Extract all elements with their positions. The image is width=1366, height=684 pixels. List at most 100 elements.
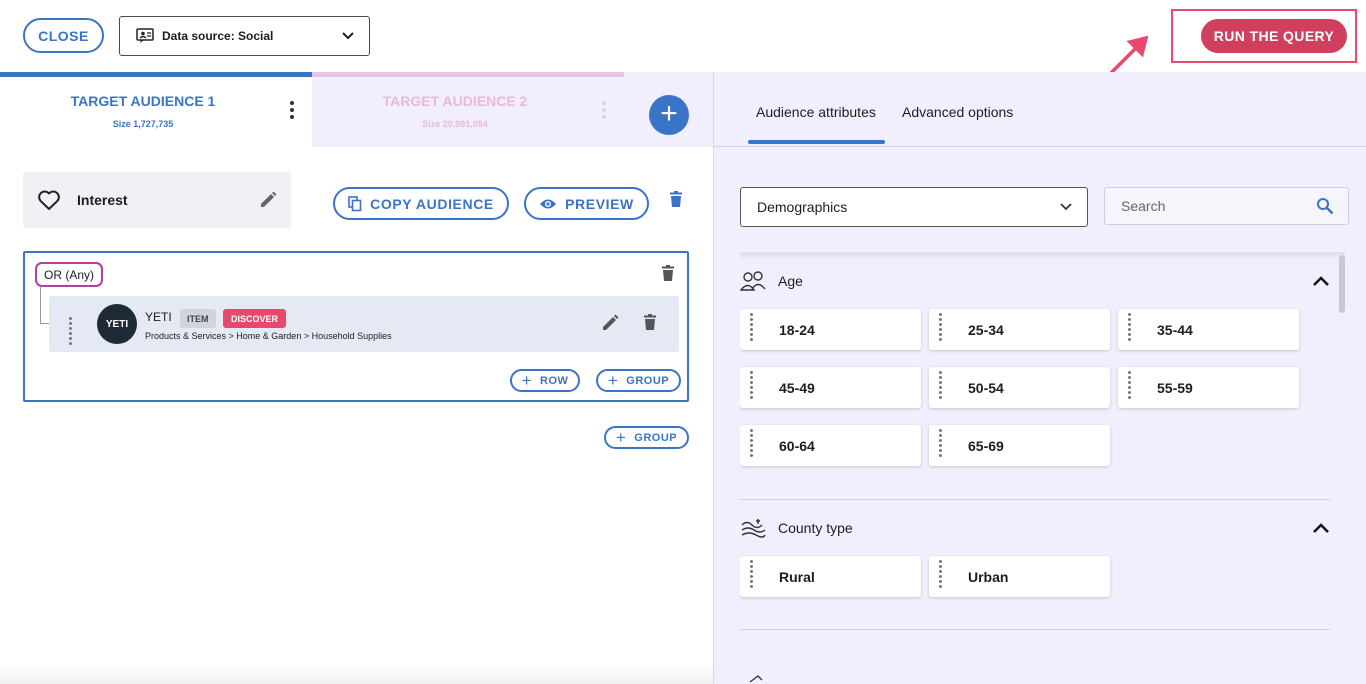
section-title: Age: [778, 273, 803, 289]
attribute-chip[interactable]: 25-34: [929, 309, 1110, 350]
add-audience-button[interactable]: +: [649, 95, 689, 135]
chip-label: Urban: [968, 568, 1009, 585]
criteria-item-row[interactable]: YETI YETI ITEM DISCOVER Products & Servi…: [49, 296, 679, 352]
data-source-icon: [136, 28, 154, 43]
section-age: Age 18-24 25-34 35-44 45-49 50-54 55-59 …: [740, 266, 1330, 506]
add-row-label: ROW: [540, 374, 569, 387]
category-select-value: Demographics: [757, 199, 848, 215]
preview-button[interactable]: PREVIEW: [524, 187, 649, 220]
attribute-chip[interactable]: 45-49: [740, 367, 921, 408]
tab-title: TARGET AUDIENCE 2: [382, 93, 528, 109]
trash-icon[interactable]: [643, 314, 657, 331]
search-input[interactable]: [1121, 198, 1316, 214]
drag-handle-icon[interactable]: [1128, 370, 1137, 401]
education-icon: [749, 675, 763, 683]
attribute-chip[interactable]: 55-59: [1118, 367, 1299, 408]
attribute-chip[interactable]: 50-54: [929, 367, 1110, 408]
attribute-chip[interactable]: Urban: [929, 556, 1110, 597]
tab-target-audience-2[interactable]: TARGET AUDIENCE 2 Size 20,991,054: [312, 72, 624, 147]
category-select[interactable]: Demographics: [740, 187, 1088, 227]
attribute-chip[interactable]: 65-69: [929, 425, 1110, 466]
attribute-search[interactable]: [1104, 187, 1349, 225]
section-header[interactable]: Age: [740, 266, 1330, 296]
audience-builder-panel: TARGET AUDIENCE 1 Size 1,727,735 TARGET …: [0, 72, 713, 684]
drag-handle-icon[interactable]: [750, 312, 759, 343]
section-header[interactable]: County type: [740, 513, 1330, 543]
tab-audience-attributes[interactable]: Audience attributes: [756, 104, 876, 120]
more-vert-icon[interactable]: [290, 101, 294, 122]
edit-icon[interactable]: [259, 191, 277, 209]
attribute-chip[interactable]: 35-44: [1118, 309, 1299, 350]
add-group-button[interactable]: + GROUP: [604, 426, 689, 449]
criteria-group: OR (Any) YETI YETI ITEM DISCOVER Product…: [23, 251, 689, 402]
copy-audience-button[interactable]: COPY AUDIENCE: [333, 187, 509, 220]
list-top-shadow: [740, 252, 1345, 260]
data-source-label: Data source: Social: [162, 29, 274, 43]
preview-label: PREVIEW: [565, 195, 634, 212]
close-button[interactable]: CLOSE: [23, 18, 104, 53]
plus-icon: +: [615, 428, 627, 447]
tab-target-audience-1[interactable]: TARGET AUDIENCE 1 Size 1,727,735: [0, 72, 312, 147]
add-group-label: GROUP: [634, 431, 678, 444]
copy-audience-label: COPY AUDIENCE: [370, 195, 494, 212]
drag-handle-icon[interactable]: [939, 312, 948, 343]
top-bar: CLOSE Data source: Social RUN THE QUERY: [0, 0, 1366, 133]
chip-label: 18-24: [779, 321, 815, 338]
drag-handle-icon[interactable]: [1128, 312, 1137, 343]
attribute-chip[interactable]: 60-64: [740, 425, 921, 466]
chip-label: 50-54: [968, 379, 1004, 396]
discover-badge[interactable]: DISCOVER: [223, 309, 287, 328]
chip-label: 60-64: [779, 437, 815, 454]
plus-icon: +: [607, 371, 619, 390]
attribute-chip[interactable]: Rural: [740, 556, 921, 597]
add-subgroup-button[interactable]: + GROUP: [596, 369, 681, 392]
data-source-select[interactable]: Data source: Social: [119, 16, 370, 56]
drag-handle-icon[interactable]: [750, 428, 759, 459]
chip-label: 55-59: [1157, 379, 1193, 396]
chip-label: 25-34: [968, 321, 1004, 338]
chip-label: 65-69: [968, 437, 1004, 454]
active-tab-indicator: [748, 140, 885, 144]
section-title: County type: [778, 520, 853, 536]
item-name: YETI: [145, 310, 172, 324]
search-icon[interactable]: [1316, 197, 1334, 215]
section-collapsed-partial: [740, 666, 1330, 684]
run-query-button[interactable]: RUN THE QUERY: [1201, 19, 1347, 53]
attribute-list: Age 18-24 25-34 35-44 45-49 50-54 55-59 …: [740, 252, 1345, 684]
delete-criteria-trash-icon[interactable]: [669, 191, 683, 208]
chevron-up-icon[interactable]: [1312, 275, 1330, 287]
section-county-type: County type Rural Urban: [740, 513, 1330, 653]
drag-handle-icon[interactable]: [939, 370, 948, 401]
scrollbar[interactable]: [1339, 255, 1345, 313]
section-divider: [740, 499, 1330, 500]
drag-handle-icon[interactable]: [939, 428, 948, 459]
chevron-down-icon: [1060, 203, 1072, 211]
tab-advanced-options[interactable]: Advanced options: [902, 104, 1013, 120]
add-row-button[interactable]: + ROW: [510, 369, 580, 392]
brand-logo: YETI: [97, 304, 137, 344]
drag-handle-icon[interactable]: [939, 559, 948, 590]
group-trash-icon[interactable]: [661, 265, 675, 282]
attribute-chip[interactable]: 18-24: [740, 309, 921, 350]
plus-icon: +: [521, 371, 533, 390]
people-age-icon: [740, 271, 766, 291]
attribute-tabs: Audience attributes Advanced options: [714, 72, 1366, 147]
tab-title: TARGET AUDIENCE 1: [70, 93, 216, 109]
drag-handle-icon[interactable]: [69, 317, 78, 347]
chip-label: Rural: [779, 568, 815, 585]
more-vert-icon[interactable]: [602, 101, 606, 122]
chip-label: 45-49: [779, 379, 815, 396]
landscape-icon: [741, 519, 766, 538]
logic-operator-badge[interactable]: OR (Any): [35, 262, 104, 287]
item-category-path: Products & Services > Home & Garden > Ho…: [145, 331, 392, 341]
drag-handle-icon[interactable]: [750, 370, 759, 401]
drag-handle-icon[interactable]: [750, 559, 759, 590]
add-group-label: GROUP: [626, 374, 670, 387]
chip-label: 35-44: [1157, 321, 1193, 338]
section-divider: [740, 629, 1330, 630]
chevron-up-icon[interactable]: [1312, 522, 1330, 534]
copy-icon: [348, 195, 362, 211]
interest-card[interactable]: Interest: [23, 172, 291, 228]
edit-icon[interactable]: [601, 314, 619, 332]
tab-size: Size 1,727,735: [112, 119, 174, 129]
